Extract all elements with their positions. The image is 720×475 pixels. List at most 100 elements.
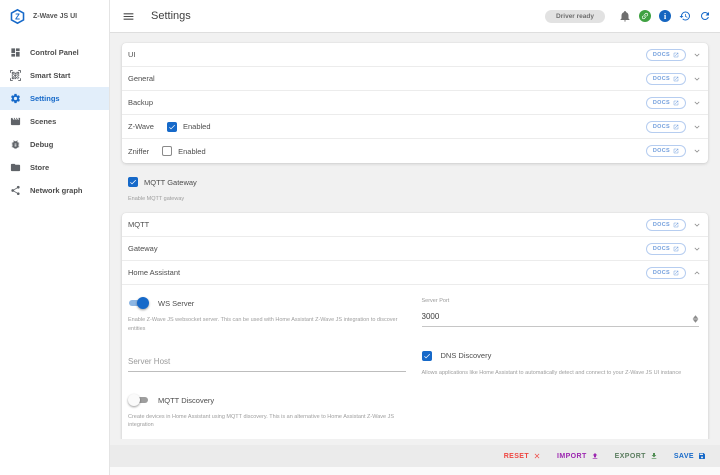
bell-icon[interactable] (619, 10, 631, 22)
docs-button[interactable]: DOCS (646, 219, 686, 231)
docs-button[interactable]: DOCS (646, 121, 686, 133)
folder-icon (10, 162, 21, 173)
section-row-home-assistant[interactable]: Home Assistant DOCS (122, 261, 708, 285)
info-icon[interactable]: i (659, 10, 671, 22)
check-icon (423, 352, 431, 360)
sidebar-item-label: Store (30, 163, 49, 172)
mqtt-discovery-helper: Create devices in Home Assistant using M… (128, 413, 406, 430)
section-row-general[interactable]: General DOCS (122, 67, 708, 91)
checkbox-label: Enabled (183, 122, 211, 131)
home-assistant-panel: WS Server Enable Z-Wave JS websocket ser… (122, 285, 708, 439)
ws-server-helper: Enable Z-Wave JS websocket server. This … (128, 316, 406, 333)
zwave-enabled-group: Enabled (167, 122, 211, 132)
docs-button[interactable]: DOCS (646, 243, 686, 255)
open-in-new-icon (673, 222, 679, 228)
sidebar-menu: Control Panel Smart Start Settings Scene… (0, 33, 109, 202)
section-label: General (128, 74, 155, 83)
export-button[interactable]: EXPORT (615, 452, 658, 460)
main-area: Settings Driver ready i (110, 0, 720, 475)
sidebar-item-control-panel[interactable]: Control Panel (0, 41, 109, 64)
open-in-new-icon (673, 124, 679, 130)
zwave-enabled-checkbox[interactable] (167, 122, 177, 132)
section-row-mqtt[interactable]: MQTT DOCS (122, 213, 708, 237)
chevron-up-icon[interactable] (688, 268, 705, 278)
refresh-icon[interactable] (699, 10, 711, 22)
section-row-zniffer[interactable]: Zniffer Enabled DOCS (122, 139, 708, 163)
app-title: Z-Wave JS UI (33, 13, 77, 20)
mqtt-discovery-toggle[interactable] (128, 395, 149, 405)
reset-button[interactable]: RESET (504, 452, 541, 460)
open-in-new-icon (673, 270, 679, 276)
app-window: Z Z-Wave JS UI Control Panel Smart Start… (0, 0, 720, 475)
settings-card-general: UI DOCS General DOCS Backup DOCS Z-Wave (122, 43, 708, 163)
section-row-zwave[interactable]: Z-Wave Enabled DOCS (122, 115, 708, 139)
svg-text:Z: Z (15, 12, 20, 21)
save-button[interactable]: SAVE (674, 452, 706, 460)
settings-card-mqtt: MQTT DOCS Gateway DOCS Home Assistant DO… (122, 213, 708, 439)
sidebar: Z Z-Wave JS UI Control Panel Smart Start… (0, 0, 110, 475)
sidebar-item-label: Smart Start (30, 71, 70, 80)
sidebar-item-settings[interactable]: Settings (0, 87, 109, 110)
save-icon (698, 452, 706, 460)
chevron-down-icon[interactable] (688, 244, 705, 254)
docs-button[interactable]: DOCS (646, 97, 686, 109)
section-label: MQTT (128, 220, 149, 229)
sidebar-header: Z Z-Wave JS UI (0, 0, 109, 33)
settings-footer: RESET IMPORT EXPORT SAVE (110, 445, 720, 467)
driver-status-badge: Driver ready (545, 10, 605, 23)
history-icon[interactable] (679, 10, 691, 22)
mqtt-discovery-label: MQTT Discovery (158, 396, 214, 405)
server-port-block: Server Port (422, 298, 700, 333)
server-port-input[interactable] (422, 312, 700, 321)
dns-discovery-checkbox[interactable] (422, 351, 432, 361)
bug-icon (10, 139, 21, 150)
import-button[interactable]: IMPORT (557, 452, 599, 460)
mqtt-gateway-label: MQTT Gateway (144, 178, 197, 187)
sidebar-item-scenes[interactable]: Scenes (0, 110, 109, 133)
docs-button[interactable]: DOCS (646, 267, 686, 279)
check-icon (168, 123, 176, 131)
chevron-down-icon[interactable] (688, 146, 705, 156)
ws-server-block: WS Server Enable Z-Wave JS websocket ser… (128, 298, 406, 333)
section-label: UI (128, 50, 136, 59)
number-stepper[interactable] (692, 315, 699, 323)
server-host-input[interactable] (128, 355, 406, 372)
docs-button[interactable]: DOCS (646, 73, 686, 85)
section-row-backup[interactable]: Backup DOCS (122, 91, 708, 115)
sidebar-item-store[interactable]: Store (0, 156, 109, 179)
menu-hamburger-icon[interactable] (122, 10, 135, 23)
checkbox-label: Enabled (178, 147, 206, 156)
connection-status-icon[interactable] (639, 10, 651, 22)
sidebar-item-label: Network graph (30, 186, 83, 195)
sidebar-item-label: Debug (30, 140, 53, 149)
sidebar-item-smart-start[interactable]: Smart Start (0, 64, 109, 87)
mqtt-discovery-block: MQTT Discovery Create devices in Home As… (128, 395, 406, 430)
open-in-new-icon (673, 76, 679, 82)
ws-server-toggle[interactable] (128, 298, 149, 308)
section-label: Zniffer (128, 147, 149, 156)
check-icon (129, 178, 137, 186)
topbar: Settings Driver ready i (110, 0, 720, 33)
docs-button[interactable]: DOCS (646, 145, 686, 157)
mqtt-gateway-block: MQTT Gateway Enable MQTT gateway (122, 163, 708, 213)
movie-icon (10, 116, 21, 127)
server-port-label: Server Port (422, 298, 700, 304)
zniffer-enabled-checkbox[interactable] (162, 146, 172, 156)
sidebar-item-network-graph[interactable]: Network graph (0, 179, 109, 202)
dashboard-icon (10, 47, 21, 58)
chevron-down-icon[interactable] (688, 74, 705, 84)
mqtt-gateway-checkbox[interactable] (128, 177, 138, 187)
open-in-new-icon (673, 100, 679, 106)
section-row-gateway[interactable]: Gateway DOCS (122, 237, 708, 261)
sidebar-item-debug[interactable]: Debug (0, 133, 109, 156)
chevron-down-icon[interactable] (688, 122, 705, 132)
docs-button[interactable]: DOCS (646, 49, 686, 61)
close-icon (533, 452, 541, 460)
chevron-down-icon[interactable] (688, 220, 705, 230)
chevron-down-icon[interactable] (688, 50, 705, 60)
chevron-down-icon[interactable] (688, 98, 705, 108)
upload-icon (591, 452, 599, 460)
section-label: Gateway (128, 244, 158, 253)
section-row-ui[interactable]: UI DOCS (122, 43, 708, 67)
sidebar-item-label: Scenes (30, 117, 56, 126)
